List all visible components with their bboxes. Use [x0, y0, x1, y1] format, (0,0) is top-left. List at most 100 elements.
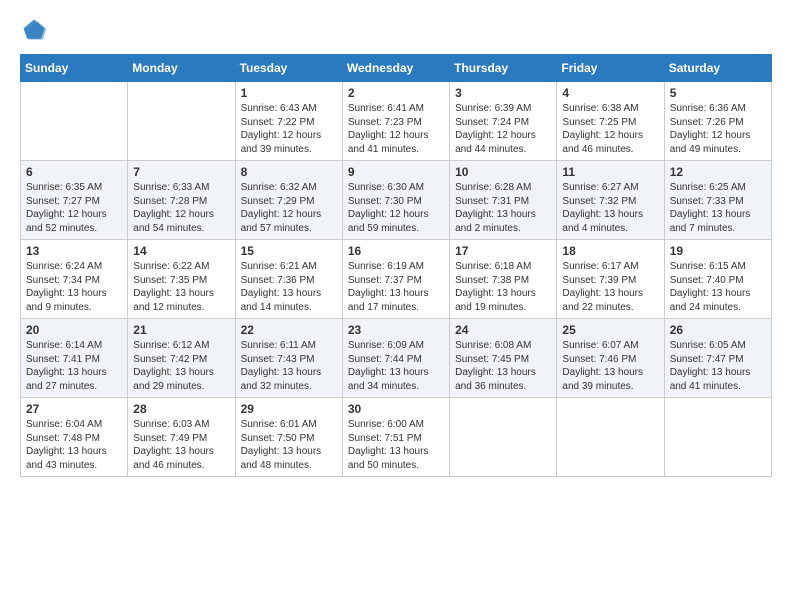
table-row: 17 Sunrise: 6:18 AM Sunset: 7:38 PM Dayl…: [450, 240, 557, 319]
table-row: 16 Sunrise: 6:19 AM Sunset: 7:37 PM Dayl…: [342, 240, 449, 319]
sunrise-text: Sunrise: 6:39 AM: [455, 103, 531, 114]
daylight-text: Daylight: 13 hours and 41 minutes.: [670, 367, 751, 392]
daylight-text: Daylight: 13 hours and 4 minutes.: [562, 209, 643, 234]
day-info: Sunrise: 6:04 AM Sunset: 7:48 PM Dayligh…: [26, 418, 122, 472]
sunrise-text: Sunrise: 6:27 AM: [562, 182, 638, 193]
day-info: Sunrise: 6:11 AM Sunset: 7:43 PM Dayligh…: [241, 339, 337, 393]
logo: [20, 16, 52, 44]
calendar-week-row: 1 Sunrise: 6:43 AM Sunset: 7:22 PM Dayli…: [21, 82, 772, 161]
day-number: 8: [241, 165, 337, 179]
day-info: Sunrise: 6:19 AM Sunset: 7:37 PM Dayligh…: [348, 260, 444, 314]
table-row: 24 Sunrise: 6:08 AM Sunset: 7:45 PM Dayl…: [450, 319, 557, 398]
sunrise-text: Sunrise: 6:17 AM: [562, 261, 638, 272]
daylight-text: Daylight: 13 hours and 29 minutes.: [133, 367, 214, 392]
sunset-text: Sunset: 7:34 PM: [26, 275, 100, 286]
daylight-text: Daylight: 13 hours and 32 minutes.: [241, 367, 322, 392]
sunset-text: Sunset: 7:47 PM: [670, 354, 744, 365]
table-row: 30 Sunrise: 6:00 AM Sunset: 7:51 PM Dayl…: [342, 398, 449, 477]
daylight-text: Daylight: 13 hours and 27 minutes.: [26, 367, 107, 392]
sunset-text: Sunset: 7:31 PM: [455, 196, 529, 207]
day-info: Sunrise: 6:01 AM Sunset: 7:50 PM Dayligh…: [241, 418, 337, 472]
table-row: 1 Sunrise: 6:43 AM Sunset: 7:22 PM Dayli…: [235, 82, 342, 161]
day-number: 23: [348, 323, 444, 337]
calendar-table: Sunday Monday Tuesday Wednesday Thursday…: [20, 54, 772, 477]
sunrise-text: Sunrise: 6:25 AM: [670, 182, 746, 193]
day-number: 3: [455, 86, 551, 100]
table-row: 25 Sunrise: 6:07 AM Sunset: 7:46 PM Dayl…: [557, 319, 664, 398]
table-row: 5 Sunrise: 6:36 AM Sunset: 7:26 PM Dayli…: [664, 82, 771, 161]
daylight-text: Daylight: 13 hours and 46 minutes.: [133, 446, 214, 471]
daylight-text: Daylight: 12 hours and 39 minutes.: [241, 130, 322, 155]
day-number: 4: [562, 86, 658, 100]
day-number: 27: [26, 402, 122, 416]
table-row: 22 Sunrise: 6:11 AM Sunset: 7:43 PM Dayl…: [235, 319, 342, 398]
sunset-text: Sunset: 7:36 PM: [241, 275, 315, 286]
daylight-text: Daylight: 13 hours and 22 minutes.: [562, 288, 643, 313]
table-row: 3 Sunrise: 6:39 AM Sunset: 7:24 PM Dayli…: [450, 82, 557, 161]
day-number: 30: [348, 402, 444, 416]
daylight-text: Daylight: 13 hours and 39 minutes.: [562, 367, 643, 392]
daylight-text: Daylight: 13 hours and 7 minutes.: [670, 209, 751, 234]
sunset-text: Sunset: 7:50 PM: [241, 433, 315, 444]
sunset-text: Sunset: 7:41 PM: [26, 354, 100, 365]
sunrise-text: Sunrise: 6:36 AM: [670, 103, 746, 114]
table-row: 19 Sunrise: 6:15 AM Sunset: 7:40 PM Dayl…: [664, 240, 771, 319]
sunset-text: Sunset: 7:28 PM: [133, 196, 207, 207]
daylight-text: Daylight: 13 hours and 36 minutes.: [455, 367, 536, 392]
daylight-text: Daylight: 12 hours and 41 minutes.: [348, 130, 429, 155]
sunrise-text: Sunrise: 6:03 AM: [133, 419, 209, 430]
table-row: 12 Sunrise: 6:25 AM Sunset: 7:33 PM Dayl…: [664, 161, 771, 240]
day-number: 5: [670, 86, 766, 100]
day-info: Sunrise: 6:30 AM Sunset: 7:30 PM Dayligh…: [348, 181, 444, 235]
sunset-text: Sunset: 7:39 PM: [562, 275, 636, 286]
sunrise-text: Sunrise: 6:24 AM: [26, 261, 102, 272]
day-info: Sunrise: 6:05 AM Sunset: 7:47 PM Dayligh…: [670, 339, 766, 393]
day-number: 7: [133, 165, 229, 179]
sunrise-text: Sunrise: 6:35 AM: [26, 182, 102, 193]
sunset-text: Sunset: 7:30 PM: [348, 196, 422, 207]
logo-icon: [20, 16, 48, 44]
day-info: Sunrise: 6:25 AM Sunset: 7:33 PM Dayligh…: [670, 181, 766, 235]
daylight-text: Daylight: 12 hours and 49 minutes.: [670, 130, 751, 155]
table-row: 4 Sunrise: 6:38 AM Sunset: 7:25 PM Dayli…: [557, 82, 664, 161]
page: Sunday Monday Tuesday Wednesday Thursday…: [0, 0, 792, 612]
weekday-header-row: Sunday Monday Tuesday Wednesday Thursday…: [21, 55, 772, 82]
sunrise-text: Sunrise: 6:18 AM: [455, 261, 531, 272]
sunset-text: Sunset: 7:24 PM: [455, 117, 529, 128]
sunrise-text: Sunrise: 6:15 AM: [670, 261, 746, 272]
calendar-week-row: 6 Sunrise: 6:35 AM Sunset: 7:27 PM Dayli…: [21, 161, 772, 240]
table-row: [450, 398, 557, 477]
day-number: 10: [455, 165, 551, 179]
daylight-text: Daylight: 12 hours and 54 minutes.: [133, 209, 214, 234]
day-number: 1: [241, 86, 337, 100]
day-number: 19: [670, 244, 766, 258]
sunrise-text: Sunrise: 6:00 AM: [348, 419, 424, 430]
sunset-text: Sunset: 7:35 PM: [133, 275, 207, 286]
table-row: 15 Sunrise: 6:21 AM Sunset: 7:36 PM Dayl…: [235, 240, 342, 319]
day-number: 25: [562, 323, 658, 337]
sunrise-text: Sunrise: 6:41 AM: [348, 103, 424, 114]
sunset-text: Sunset: 7:48 PM: [26, 433, 100, 444]
sunset-text: Sunset: 7:49 PM: [133, 433, 207, 444]
sunset-text: Sunset: 7:26 PM: [670, 117, 744, 128]
table-row: 9 Sunrise: 6:30 AM Sunset: 7:30 PM Dayli…: [342, 161, 449, 240]
sunrise-text: Sunrise: 6:12 AM: [133, 340, 209, 351]
table-row: 2 Sunrise: 6:41 AM Sunset: 7:23 PM Dayli…: [342, 82, 449, 161]
sunset-text: Sunset: 7:38 PM: [455, 275, 529, 286]
day-info: Sunrise: 6:21 AM Sunset: 7:36 PM Dayligh…: [241, 260, 337, 314]
day-info: Sunrise: 6:33 AM Sunset: 7:28 PM Dayligh…: [133, 181, 229, 235]
day-number: 6: [26, 165, 122, 179]
day-number: 11: [562, 165, 658, 179]
day-info: Sunrise: 6:43 AM Sunset: 7:22 PM Dayligh…: [241, 102, 337, 156]
header-sunday: Sunday: [21, 55, 128, 82]
header-thursday: Thursday: [450, 55, 557, 82]
table-row: 28 Sunrise: 6:03 AM Sunset: 7:49 PM Dayl…: [128, 398, 235, 477]
sunrise-text: Sunrise: 6:14 AM: [26, 340, 102, 351]
table-row: [128, 82, 235, 161]
day-number: 17: [455, 244, 551, 258]
day-number: 2: [348, 86, 444, 100]
sunrise-text: Sunrise: 6:11 AM: [241, 340, 316, 351]
header-wednesday: Wednesday: [342, 55, 449, 82]
daylight-text: Daylight: 12 hours and 52 minutes.: [26, 209, 107, 234]
table-row: 26 Sunrise: 6:05 AM Sunset: 7:47 PM Dayl…: [664, 319, 771, 398]
